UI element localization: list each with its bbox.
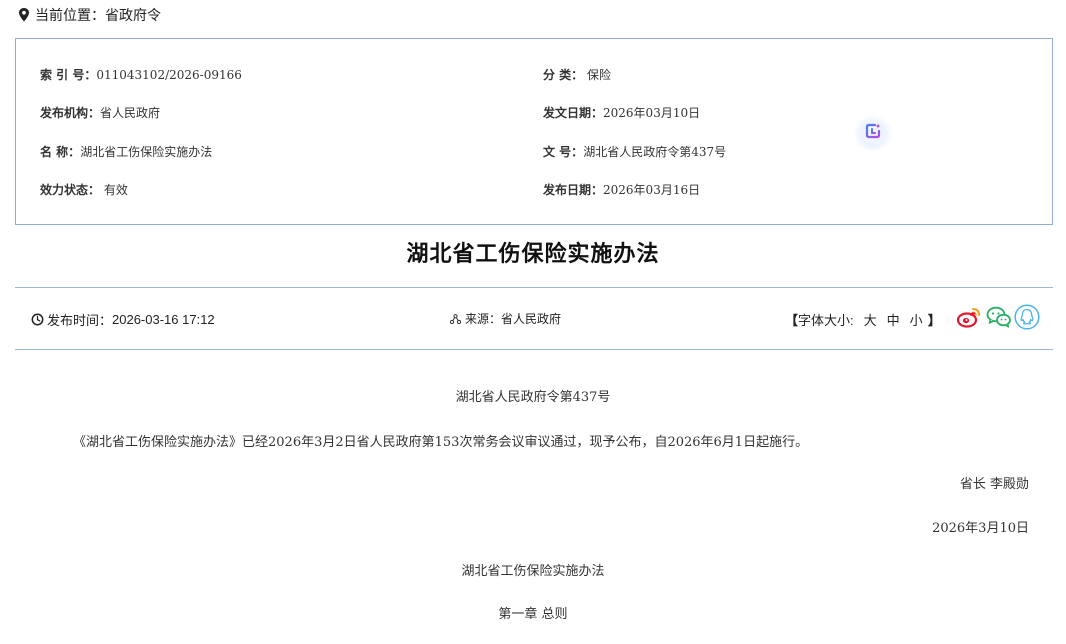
info-publisher: 发布机构：省人民政府 bbox=[40, 104, 160, 121]
info-index-value: 011043102/2026-09166 bbox=[96, 68, 242, 82]
meta-divider bbox=[15, 349, 1053, 350]
info-name: 名 称：湖北省工伤保险实施办法 bbox=[40, 143, 212, 160]
sign-date: 2026年3月10日 bbox=[932, 521, 1029, 536]
share-wechat-button[interactable] bbox=[985, 303, 1013, 331]
info-index: 索 引 号：011043102/2026-09166 bbox=[40, 66, 242, 83]
font-size-bracket-close: 】 bbox=[927, 313, 941, 328]
publish-time-value: 2026-03-16 17:12 bbox=[112, 312, 215, 327]
info-category-value: 保险 bbox=[587, 68, 612, 82]
qq-icon bbox=[1014, 304, 1040, 330]
font-size-small-option[interactable]: 小 bbox=[910, 310, 923, 329]
font-size-label: 字体大小: bbox=[798, 313, 854, 328]
ai-assistant-icon bbox=[865, 123, 881, 139]
info-doc-no-value: 湖北省人民政府令第437号 bbox=[583, 145, 727, 159]
share-weibo-button[interactable] bbox=[955, 303, 983, 331]
map-pin-icon bbox=[19, 8, 29, 22]
info-name-value: 湖北省工伤保险实施办法 bbox=[80, 145, 213, 159]
info-status-value: 有效 bbox=[103, 183, 128, 197]
font-size-selector: 【 字体大小: 大 中 小 】 bbox=[785, 310, 941, 329]
article-meta-bar: 发布时间： 2026-03-16 17:12 来源： 省人民政府 【 字体大小: 大… bbox=[15, 304, 1053, 334]
info-status-key: 效力状态： bbox=[40, 183, 101, 197]
info-pub-date: 发布日期：2026年03月16日 bbox=[543, 181, 700, 198]
source-value: 省人民政府 bbox=[501, 312, 562, 326]
publish-time-label: 发布时间： bbox=[47, 313, 113, 328]
share-qq-button[interactable] bbox=[1013, 303, 1041, 331]
info-status: 效力状态： 有效 bbox=[40, 181, 128, 198]
font-size-large-option[interactable]: 大 bbox=[864, 310, 877, 329]
info-doc-date: 发文日期：2026年03月10日 bbox=[543, 104, 700, 121]
info-category-key: 分 类： bbox=[543, 68, 584, 82]
info-publisher-value: 省人民政府 bbox=[100, 106, 161, 120]
ai-assistant-button[interactable] bbox=[854, 113, 892, 151]
weibo-icon bbox=[956, 308, 980, 328]
breadcrumb: 当前位置： 省政府令 bbox=[17, 4, 161, 26]
info-category: 分 类： 保险 bbox=[543, 66, 611, 83]
info-pub-date-value: 2026年03月16日 bbox=[603, 183, 701, 197]
regulation-title: 湖北省工伤保险实施办法 bbox=[461, 564, 605, 579]
chapter-heading: 第一章 总则 bbox=[498, 607, 568, 622]
article-source: 来源： 省人民政府 bbox=[450, 310, 561, 327]
clock-icon bbox=[31, 313, 44, 326]
publish-time: 发布时间： 2026-03-16 17:12 bbox=[31, 310, 215, 329]
font-size-bracket-open: 【 bbox=[785, 313, 799, 328]
breadcrumb-label: 当前位置： bbox=[35, 7, 105, 23]
info-pub-date-key: 发布日期： bbox=[543, 183, 604, 197]
article-title: 湖北省工伤保险实施办法 bbox=[406, 241, 660, 266]
wechat-icon bbox=[986, 306, 1011, 328]
info-name-key: 名 称： bbox=[40, 145, 81, 159]
signature: 省长 李殿勋 bbox=[959, 477, 1029, 492]
announcement-paragraph: 《湖北省工伤保险实施办法》已经2026年3月2日省人民政府第153次常务会议审议… bbox=[73, 435, 809, 450]
source-icon bbox=[450, 313, 461, 324]
source-label: 来源： bbox=[465, 312, 502, 326]
font-size-medium-option[interactable]: 中 bbox=[887, 310, 900, 329]
info-doc-date-key: 发文日期： bbox=[543, 106, 604, 120]
document-info-panel: 索 引 号：011043102/2026-09166 分 类： 保险 发布机构：… bbox=[15, 38, 1053, 225]
info-doc-date-value: 2026年03月10日 bbox=[603, 106, 701, 120]
info-index-key: 索 引 号： bbox=[40, 68, 97, 82]
info-doc-no: 文 号：湖北省人民政府令第437号 bbox=[543, 143, 726, 160]
breadcrumb-current-link[interactable]: 省政府令 bbox=[105, 5, 161, 25]
info-doc-no-key: 文 号： bbox=[543, 145, 584, 159]
order-number: 湖北省人民政府令第437号 bbox=[455, 390, 611, 405]
info-publisher-key: 发布机构： bbox=[40, 106, 101, 120]
title-divider bbox=[15, 287, 1053, 288]
